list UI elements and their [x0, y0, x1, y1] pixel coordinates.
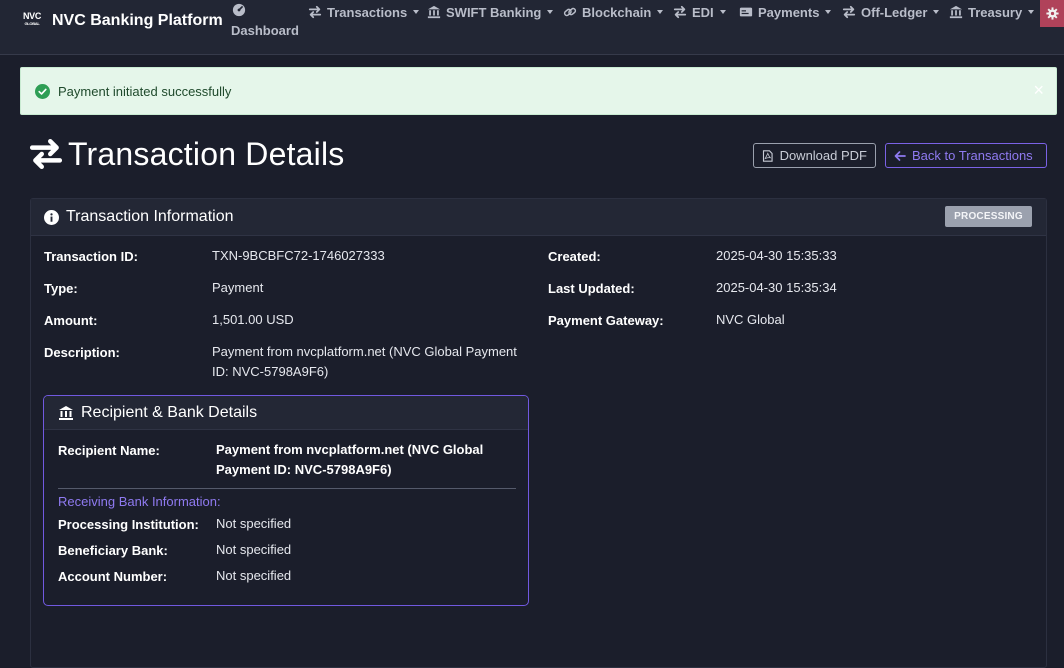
receiving-bank-section-label: Receiving Bank Information:	[58, 494, 221, 509]
beneficiary-bank-value: Not specified	[216, 542, 292, 557]
nav-blockchain-label: Blockchain	[582, 4, 652, 20]
recipient-bank-card: Recipient & Bank Details Recipient Name:…	[43, 395, 529, 606]
brand-logo-text: NVC	[22, 11, 42, 21]
arrow-left-icon	[894, 150, 906, 161]
nav-edi[interactable]: EDI	[673, 4, 726, 20]
dashboard-gauge-icon	[232, 3, 246, 17]
bank-icon	[59, 405, 73, 420]
page-title-text: Transaction Details	[68, 135, 345, 172]
divider	[58, 488, 516, 489]
transaction-id-label: Transaction ID:	[44, 249, 138, 264]
description-value: Payment from nvcplatform.net (NVC Global…	[212, 344, 517, 379]
close-icon[interactable]: ×	[1033, 81, 1044, 99]
arrows-exchange-icon	[673, 5, 687, 19]
amount-label: Amount:	[44, 313, 98, 328]
gear-icon	[1045, 7, 1059, 20]
nav-treasury-label: Treasury	[968, 4, 1023, 20]
account-number-value: Not specified	[216, 568, 292, 583]
transaction-id-value: TXN-9BCBFC72-1746027333	[212, 248, 385, 263]
bank-icon	[427, 5, 441, 19]
brand-name: NVC Banking Platform	[52, 12, 223, 29]
amount-value: 1,501.00 USD	[212, 312, 294, 327]
download-pdf-button[interactable]: Download PDF	[753, 143, 876, 168]
nav-payments-label: Payments	[758, 4, 820, 20]
nav-dashboard-label: Dashboard	[231, 23, 299, 38]
recipient-bank-header: Recipient & Bank Details	[44, 396, 528, 430]
nav-off-ledger-label: Off-Ledger	[861, 4, 928, 20]
top-navbar: NVC GLOBAL NVC Banking Platform Dashboar…	[0, 0, 1064, 55]
last-updated-value: 2025-04-30 15:35:34	[716, 280, 837, 295]
account-number-label: Account Number:	[58, 569, 168, 584]
nav-transactions[interactable]: Transactions	[308, 4, 420, 20]
last-updated-label: Last Updated:	[548, 281, 635, 296]
chevron-down-icon	[657, 10, 664, 14]
recipient-name-label: Recipient Name:	[58, 443, 160, 458]
recipient-bank-title: Recipient & Bank Details	[81, 403, 258, 421]
created-label: Created:	[548, 249, 601, 264]
chevron-down-icon	[933, 10, 940, 14]
nav-off-ledger[interactable]: Off-Ledger	[842, 4, 940, 20]
nav-transactions-label: Transactions	[327, 4, 408, 20]
recipient-name-value: Payment from nvcplatform.net (NVC Global…	[216, 442, 484, 477]
nav-dashboard[interactable]: Dashboard	[231, 3, 301, 40]
nav-swift-banking-label: SWIFT Banking	[446, 4, 542, 20]
nav-swift-banking[interactable]: SWIFT Banking	[427, 4, 554, 20]
brand-logo: NVC GLOBAL	[21, 12, 43, 30]
back-to-transactions-label: Back to Transactions	[912, 148, 1033, 163]
payment-gateway-label: Payment Gateway:	[548, 313, 664, 328]
chevron-down-icon	[547, 10, 554, 14]
arrows-exchange-icon	[308, 5, 322, 19]
processing-institution-label: Processing Institution:	[58, 517, 199, 532]
status-badge: PROCESSING	[945, 206, 1032, 227]
chevron-down-icon	[1028, 10, 1035, 14]
chevron-down-icon	[719, 10, 726, 14]
check-circle-icon	[35, 83, 50, 99]
nav-treasury[interactable]: Treasury	[949, 4, 1035, 20]
nav-payments[interactable]: Payments	[739, 4, 832, 20]
settings-button[interactable]	[1040, 0, 1064, 27]
arrows-exchange-icon	[29, 139, 63, 169]
bank-icon	[949, 5, 963, 19]
success-alert: Payment initiated successfully ×	[20, 67, 1057, 115]
page-title: Transaction Details	[29, 134, 345, 174]
transaction-info-title: Transaction Information	[66, 208, 234, 225]
info-circle-icon	[44, 209, 59, 225]
arrows-exchange-icon	[842, 5, 856, 19]
nav-edi-label: EDI	[692, 4, 714, 20]
brand-logo-subtext: GLOBAL	[24, 21, 40, 26]
beneficiary-bank-label: Beneficiary Bank:	[58, 543, 168, 558]
payment-gateway-value: NVC Global	[716, 312, 785, 327]
back-to-transactions-button[interactable]: Back to Transactions	[885, 143, 1047, 168]
chevron-down-icon	[413, 10, 420, 14]
type-label: Type:	[44, 281, 78, 296]
type-value: Payment	[212, 280, 264, 295]
download-pdf-label: Download PDF	[779, 148, 867, 163]
transaction-info-header: Transaction Information PROCESSING	[31, 199, 1046, 236]
link-icon	[563, 7, 577, 17]
alert-message: Payment initiated successfully	[58, 83, 232, 99]
file-pdf-icon	[762, 149, 773, 162]
nav-blockchain[interactable]: Blockchain	[563, 4, 664, 20]
processing-institution-value: Not specified	[216, 516, 292, 531]
created-value: 2025-04-30 15:35:33	[716, 248, 837, 263]
brand[interactable]: NVC GLOBAL NVC Banking Platform	[21, 12, 223, 30]
description-label: Description:	[44, 345, 120, 360]
chevron-down-icon	[825, 10, 832, 14]
credit-card-icon	[739, 7, 753, 17]
